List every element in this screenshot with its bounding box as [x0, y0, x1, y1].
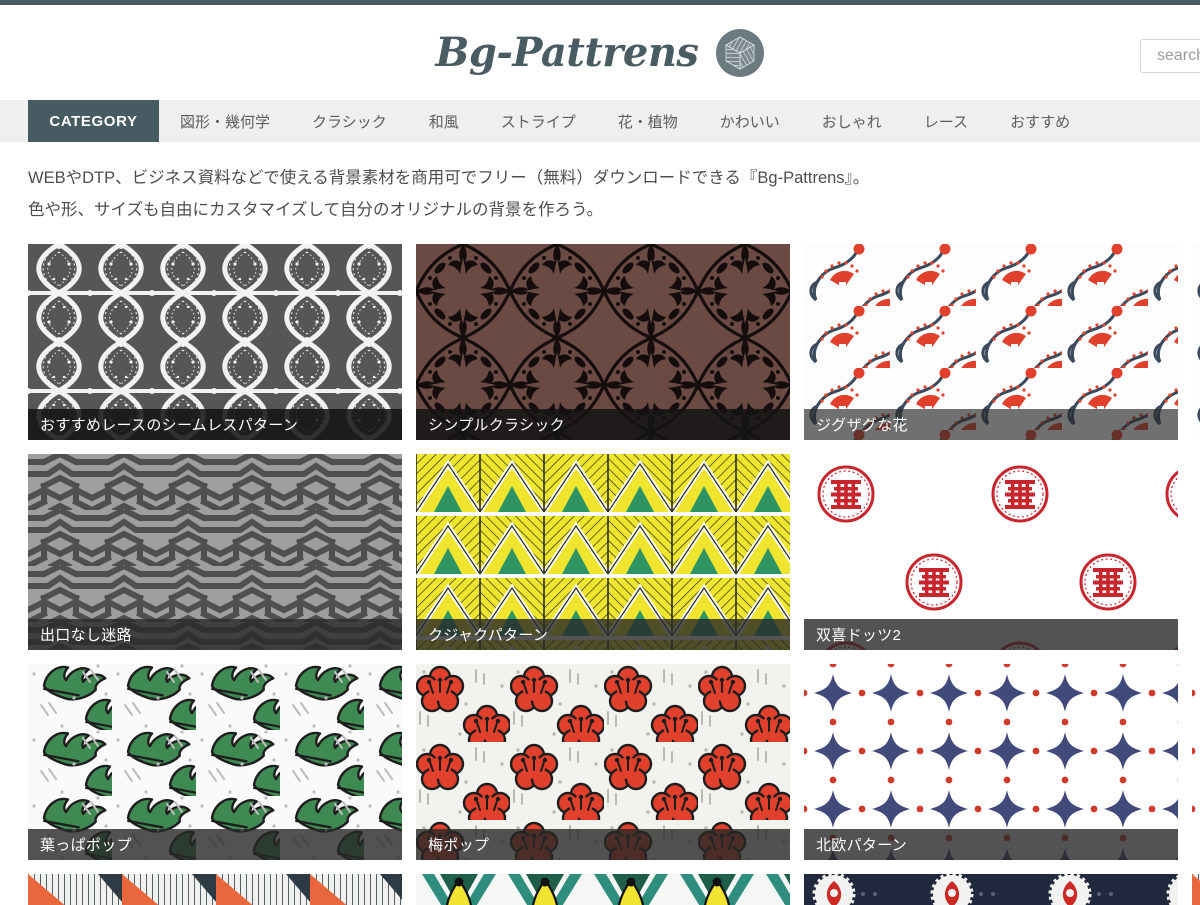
pattern-card[interactable]: ジグザグな花: [804, 244, 1178, 441]
nav-item-lace[interactable]: レース: [903, 100, 989, 142]
pattern-card[interactable]: 梅ポップ: [416, 664, 790, 861]
pattern-gallery: おすすめレースのシームレスパターン シンプルクラシック ジグザグな花 出口なし迷…: [0, 244, 1200, 905]
pattern-thumbnail-teal-fan: [416, 874, 790, 905]
nav-item-floral[interactable]: 花・植物: [597, 100, 699, 142]
pattern-card[interactable]: 葉っぱポップ: [28, 664, 402, 861]
pattern-card[interactable]: 出口なし迷路: [28, 454, 402, 651]
pattern-card[interactable]: [28, 874, 402, 905]
pattern-thumbnail-nordic-2: [1192, 664, 1200, 861]
pattern-thumbnail-orange-geometric-2: [1192, 874, 1200, 905]
pattern-card-title: 梅ポップ: [416, 829, 790, 861]
pattern-card[interactable]: [1192, 454, 1200, 651]
search-input[interactable]: [1155, 40, 1200, 72]
nav-item-japanese[interactable]: 和風: [408, 100, 480, 142]
pattern-card-title: シンプルクラシック: [416, 409, 790, 441]
pattern-card-title: 双喜ドッツ2: [804, 619, 1178, 651]
nav-item-recommended[interactable]: おすすめ: [989, 100, 1091, 142]
page-root: Bg-Pattrens search CATEGORY 図形・幾何学 クラシック…: [0, 0, 1200, 905]
description-line-2: 色や形、サイズも自由にカスタマイズして自分のオリジナルの背景を作ろう。: [28, 201, 604, 220]
pattern-card-title: ジグザグな花: [804, 409, 1178, 441]
site-logo[interactable]: Bg-Pattrens: [435, 28, 1200, 77]
pattern-thumbnail-zigzag-flower-2: [1192, 244, 1200, 441]
pattern-card[interactable]: シンプルクラシック: [416, 244, 790, 441]
hexagon-weave-logo-icon: [716, 28, 765, 77]
category-nav: CATEGORY 図形・幾何学 クラシック 和風 ストライプ 花・植物 かわいい…: [0, 100, 1200, 142]
nav-item-geometric[interactable]: 図形・幾何学: [159, 100, 291, 142]
pattern-card[interactable]: おすすめレースのシームレスパターン: [28, 244, 402, 441]
site-header: Bg-Pattrens: [0, 5, 1200, 100]
search-box[interactable]: [1140, 39, 1200, 73]
pattern-card[interactable]: [416, 874, 790, 905]
pattern-card[interactable]: 双喜ドッツ2: [804, 454, 1178, 651]
pattern-thumbnail-orange-geometric: [28, 874, 402, 905]
pattern-card-title: 北欧パターン: [804, 829, 1178, 861]
site-description: WEBやDTP、ビジネス資料などで使える背景素材を商用可でフリー（無料）ダウンロ…: [0, 142, 1200, 226]
pattern-card[interactable]: [804, 874, 1178, 905]
site-title: Bg-Pattrens: [435, 29, 699, 76]
description-line-1: WEBやDTP、ビジネス資料などで使える背景素材を商用可でフリー（無料）ダウンロ…: [28, 169, 870, 187]
nav-category-label[interactable]: CATEGORY: [28, 100, 159, 142]
nav-item-stripe[interactable]: ストライプ: [480, 100, 597, 142]
pattern-card[interactable]: [1192, 244, 1200, 441]
pattern-card-title: 葉っぱポップ: [28, 829, 402, 861]
nav-item-classic[interactable]: クラシック: [291, 100, 408, 142]
pattern-thumbnail-double-happiness-2: [1192, 454, 1200, 651]
pattern-card[interactable]: [1192, 664, 1200, 861]
pattern-card[interactable]: クジャクパターン: [416, 454, 790, 651]
pattern-thumbnail-navy-badge: [804, 874, 1178, 905]
nav-item-stylish[interactable]: おしゃれ: [801, 100, 903, 142]
pattern-card[interactable]: 北欧パターン: [804, 664, 1178, 861]
pattern-card-title: 出口なし迷路: [28, 619, 402, 651]
pattern-card-title: おすすめレースのシームレスパターン: [28, 409, 402, 441]
pattern-card[interactable]: [1192, 874, 1200, 905]
pattern-card-title: クジャクパターン: [416, 619, 790, 651]
nav-item-cute[interactable]: かわいい: [699, 100, 801, 142]
